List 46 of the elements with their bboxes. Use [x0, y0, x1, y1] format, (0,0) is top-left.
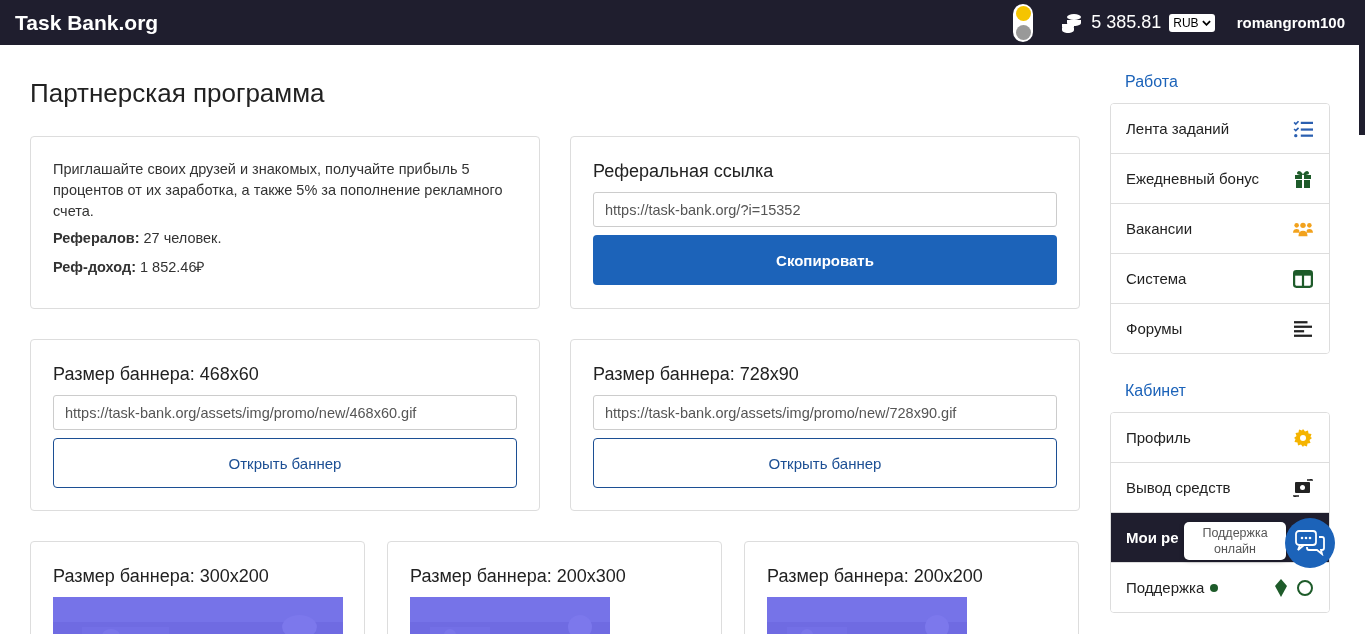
- card-title: Размер баннера: 200x300: [410, 566, 627, 587]
- description-text: Приглашайте своих друзей и знакомых, получайте прибыль 5 процентов от их заработка, а также 5% за пополнение рекламного счета.: [53, 160, 504, 221]
- layout-icon: [1293, 269, 1313, 288]
- menu-label: Профиль: [1126, 429, 1191, 446]
- stat-text: Рефералов: 27 человек.: [53, 230, 223, 246]
- page-title: Партнерская программа: [30, 78, 326, 109]
- sidebar-item[interactable]: Поддержка: [1111, 562, 1329, 612]
- menu-label: Система: [1126, 270, 1187, 287]
- link-field[interactable]: https://task-bank.org/assets/img/promo/new/728x90.gif: [593, 395, 1057, 430]
- card-title: Реферальная ссылка: [593, 161, 775, 182]
- support-icons: [1273, 578, 1313, 597]
- chevron-down-icon: [1201, 19, 1211, 26]
- card-title: Размер баннера: 468x60: [53, 364, 260, 385]
- support-tooltip: Поддержка онлайн: [1184, 522, 1286, 560]
- sidebar-heading: Кабинет: [1125, 382, 1187, 400]
- menu-label: Вывод средств: [1126, 479, 1231, 496]
- copy-button[interactable]: Скопировать: [593, 235, 1057, 285]
- balance-amount: 5 385.81: [1091, 12, 1162, 33]
- menu-label: Лента заданий: [1126, 120, 1230, 137]
- username[interactable]: romangrom100: [1236, 14, 1345, 31]
- site-logo[interactable]: Task Bank.org: [15, 10, 159, 35]
- currency-select[interactable]: RUB: [1169, 13, 1215, 32]
- checklist-icon: [1293, 119, 1313, 138]
- chat-bubbles-icon: [1295, 530, 1325, 556]
- open-banner-button[interactable]: Открыть баннер: [53, 438, 517, 488]
- open-banner-button[interactable]: Открыть баннер: [593, 438, 1057, 488]
- sidebar-heading: Работа: [1125, 73, 1179, 91]
- gear-icon: [1293, 428, 1313, 447]
- gift-icon: [1293, 169, 1313, 188]
- card-title: Размер баннера: 200x200: [767, 566, 984, 587]
- card-title: Размер баннера: 300x200: [53, 566, 270, 587]
- scrollbar[interactable]: [1359, 45, 1365, 135]
- menu-label: Мои ре: [1126, 529, 1179, 546]
- menu-label: Ежедневный бонус: [1126, 170, 1260, 187]
- money-transfer-icon: [1293, 478, 1313, 497]
- stat-text: Реф-доход: 1 852.46₽: [53, 258, 206, 276]
- sidebar-item[interactable]: Форумы: [1111, 303, 1329, 353]
- coins-icon: [1061, 12, 1084, 33]
- menu-label: Поддержка: [1126, 579, 1205, 596]
- menu-label: Вакансии: [1126, 220, 1193, 237]
- link-field[interactable]: https://task-bank.org/?i=15352: [593, 192, 1057, 227]
- theme-toggle[interactable]: [1013, 3, 1034, 42]
- link-field[interactable]: https://task-bank.org/assets/img/promo/new/468x60.gif: [53, 395, 517, 430]
- align-left-icon: [1293, 319, 1313, 338]
- menu-label: Форумы: [1126, 320, 1183, 337]
- card-title: Размер баннера: 728x90: [593, 364, 800, 385]
